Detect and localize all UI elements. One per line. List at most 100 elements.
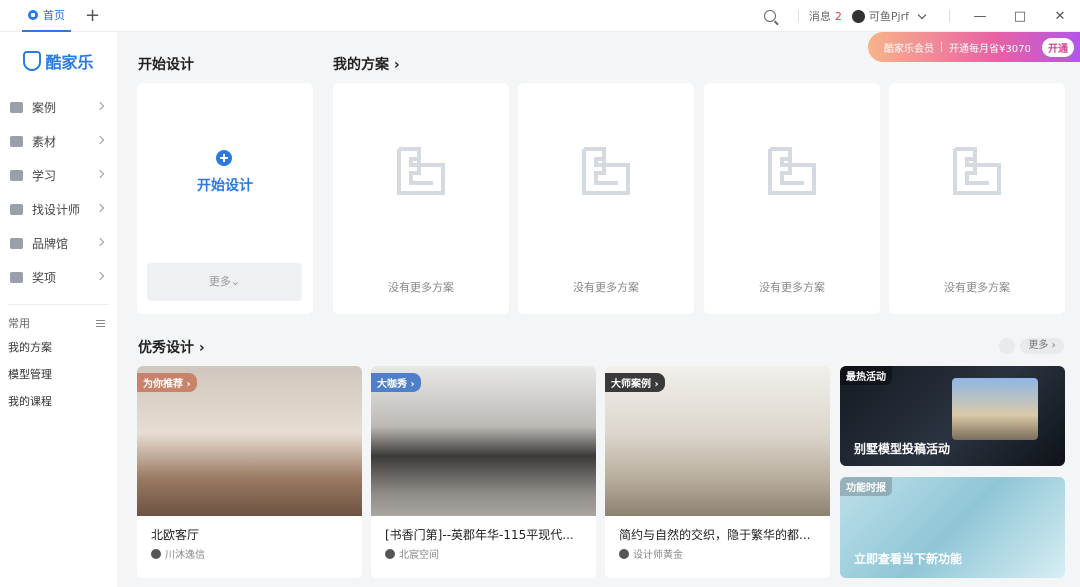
search-icon[interactable] bbox=[763, 10, 776, 22]
messages-count-badge: 2 bbox=[834, 9, 842, 23]
plan-empty-text: 没有更多方案 bbox=[388, 281, 454, 294]
showcase-badge: 大咖秀 › bbox=[371, 373, 421, 392]
design-title: 北欧客厅 bbox=[151, 528, 200, 542]
sidebar-link-model-management[interactable]: 模型管理 bbox=[0, 360, 117, 387]
cube-icon bbox=[10, 135, 23, 147]
more-designs-button[interactable]: 更多 › bbox=[1020, 338, 1064, 354]
plan-empty-text: 没有更多方案 bbox=[573, 281, 639, 294]
chevron-right-icon bbox=[95, 271, 105, 281]
floorplan-icon bbox=[582, 147, 630, 195]
design-card[interactable]: 大师案例 › 简约与自然的交织，隐于繁华的都... 设计师黄金 bbox=[605, 366, 830, 578]
plan-empty-text: 没有更多方案 bbox=[759, 281, 825, 294]
avatar bbox=[151, 548, 161, 559]
title-bar: 首页 + 消息 2 可鱼Pjrf — □ ✕ bbox=[0, 0, 1080, 32]
close-button[interactable]: ✕ bbox=[1040, 9, 1080, 24]
sidebar-divider bbox=[8, 304, 109, 305]
logo-text: 酷家乐 bbox=[45, 53, 94, 72]
avatar[interactable] bbox=[851, 9, 865, 23]
sidebar-item-designers[interactable]: 找设计师 bbox=[0, 192, 117, 226]
design-title: 简约与自然的交织，隐于繁华的都... bbox=[619, 528, 811, 542]
sidebar-link-my-plans[interactable]: 我的方案 bbox=[0, 333, 117, 360]
chevron-down-icon[interactable] bbox=[917, 10, 927, 19]
author-name: 川沐逸信 bbox=[165, 550, 205, 561]
new-tab-button[interactable]: + bbox=[85, 6, 100, 25]
hot-event-banner[interactable]: 最热活动 别墅模型投稿活动 bbox=[840, 366, 1065, 466]
maximize-button[interactable]: □ bbox=[1000, 9, 1040, 24]
sidebar-item-awards[interactable]: 奖项 bbox=[0, 260, 117, 294]
floorplan-icon bbox=[768, 147, 816, 195]
avatar bbox=[619, 548, 629, 559]
my-plans-title[interactable]: 我的方案 › bbox=[333, 54, 400, 74]
design-card[interactable]: 大咖秀 › [书香门第]--英郡年华-115平现代... 北宸空间 bbox=[371, 366, 596, 578]
common-header: 常用 bbox=[0, 313, 117, 333]
plus-icon bbox=[216, 150, 232, 166]
author-name: 北宸空间 bbox=[399, 550, 439, 561]
chevron-right-icon bbox=[95, 169, 105, 179]
hot-event-tag: 最热活动 bbox=[840, 366, 892, 385]
sidebar-item-label: 奖项 bbox=[32, 270, 57, 285]
sidebar: 酷家乐 案例 素材 学习 找设计师 品牌馆 奖项 常用 我的方案 模型管理 我的… bbox=[0, 32, 117, 587]
floorplan-icon bbox=[953, 147, 1001, 195]
author-name: 设计师黄金 bbox=[633, 550, 683, 561]
plan-card[interactable]: 没有更多方案 bbox=[518, 83, 694, 314]
menu-icon[interactable] bbox=[96, 319, 105, 327]
design-author: 川沐逸信 bbox=[151, 546, 205, 561]
divider bbox=[941, 42, 942, 52]
diamond-icon bbox=[10, 101, 23, 113]
logo-shield-icon bbox=[23, 51, 42, 71]
logo[interactable]: 酷家乐 bbox=[0, 32, 117, 90]
chevron-right-icon bbox=[95, 135, 105, 145]
feature-news-tag: 功能时报 bbox=[840, 477, 892, 496]
tab-home-label: 首页 bbox=[43, 8, 65, 22]
design-card[interactable]: 为你推荐 › 北欧客厅 川沐逸信 bbox=[137, 366, 362, 578]
tab-home[interactable]: 首页 bbox=[22, 0, 71, 32]
plan-card[interactable]: 没有更多方案 bbox=[704, 83, 880, 314]
sidebar-item-label: 案例 bbox=[32, 100, 57, 115]
start-design-title: 开始设计 bbox=[138, 57, 194, 73]
start-design-card[interactable]: 开始设计 更多⌄ bbox=[137, 83, 313, 314]
design-author: 北宸空间 bbox=[385, 546, 439, 561]
bar-chart-icon bbox=[10, 169, 23, 181]
master-case-badge: 大师案例 › bbox=[605, 373, 665, 392]
feature-news-text: 立即查看当下新功能 bbox=[854, 552, 963, 566]
chevron-right-icon bbox=[95, 203, 105, 213]
divider bbox=[797, 10, 799, 22]
username[interactable]: 可鱼Pjrf bbox=[869, 8, 909, 24]
more-button[interactable]: 更多⌄ bbox=[147, 263, 302, 301]
design-title: [书香门第]--英郡年华-115平现代... bbox=[385, 528, 574, 542]
floorplan-icon bbox=[397, 147, 445, 195]
messages-label[interactable]: 消息 bbox=[809, 8, 831, 24]
feature-news-banner[interactable]: 功能时报 立即查看当下新功能 bbox=[840, 477, 1065, 578]
divider bbox=[949, 10, 950, 22]
sidebar-item-learn[interactable]: 学习 bbox=[0, 158, 117, 192]
minimize-button[interactable]: — bbox=[960, 9, 1000, 24]
member-promo-banner[interactable]: 酷家乐会员 开通每月省¥3070 开通 bbox=[868, 32, 1080, 62]
plan-empty-text: 没有更多方案 bbox=[944, 281, 1010, 294]
hot-event-text: 别墅模型投稿活动 bbox=[854, 442, 951, 456]
sidebar-item-label: 素材 bbox=[32, 134, 57, 149]
chevron-right-icon bbox=[95, 237, 105, 247]
home-icon bbox=[28, 9, 38, 20]
plan-card[interactable]: 没有更多方案 bbox=[889, 83, 1065, 314]
promo-member-label: 酷家乐会员 bbox=[884, 43, 934, 55]
trophy-icon bbox=[10, 271, 23, 283]
common-label: 常用 bbox=[8, 317, 30, 330]
promo-open-button[interactable]: 开通 bbox=[1042, 37, 1074, 57]
sidebar-item-brands[interactable]: 品牌馆 bbox=[0, 226, 117, 260]
plan-card[interactable]: 没有更多方案 bbox=[333, 83, 509, 314]
sidebar-link-my-courses[interactable]: 我的课程 bbox=[0, 387, 117, 414]
sidebar-item-label: 学习 bbox=[32, 168, 57, 183]
design-author: 设计师黄金 bbox=[619, 546, 683, 561]
sidebar-item-cases[interactable]: 案例 bbox=[0, 90, 117, 124]
recommend-badge: 为你推荐 › bbox=[137, 373, 197, 392]
sidebar-item-materials[interactable]: 素材 bbox=[0, 124, 117, 158]
refresh-icon[interactable] bbox=[999, 338, 1015, 354]
id-card-icon bbox=[10, 203, 23, 215]
heart-icon bbox=[10, 237, 23, 249]
excellent-design-title[interactable]: 优秀设计 › bbox=[138, 337, 205, 357]
promo-offer-label: 开通每月省¥3070 bbox=[949, 43, 1031, 55]
villa-image bbox=[952, 378, 1038, 440]
sidebar-item-label: 品牌馆 bbox=[32, 236, 69, 251]
sidebar-item-label: 找设计师 bbox=[32, 202, 81, 217]
start-design-button[interactable]: 开始设计 bbox=[137, 175, 313, 195]
